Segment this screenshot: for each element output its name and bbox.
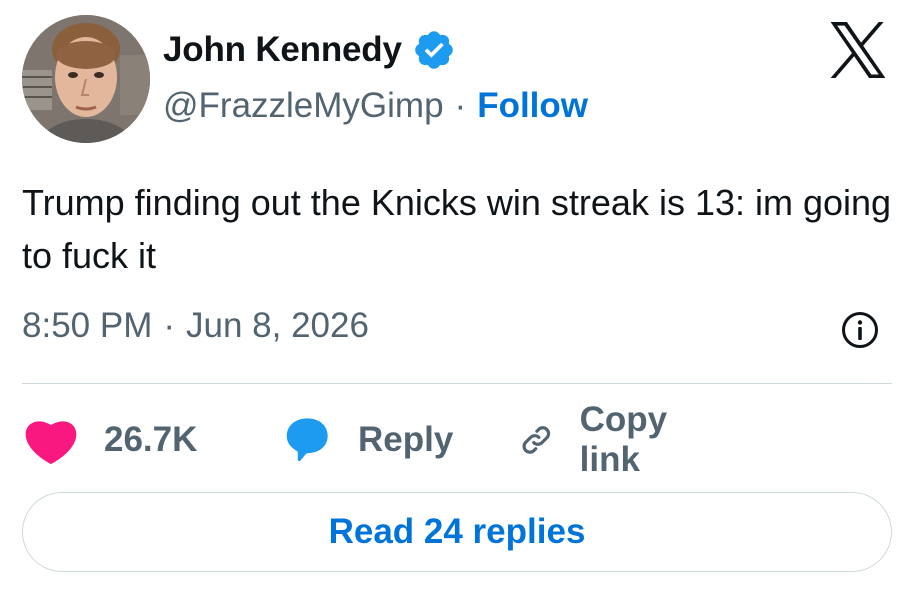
x-logo-icon[interactable] (827, 22, 889, 78)
tweet-time[interactable]: 8:50 PM (22, 306, 152, 346)
author-name-row: John Kennedy (163, 28, 456, 72)
link-icon (522, 426, 551, 454)
tweet-timestamp[interactable]: 8:50 PM · Jun 8, 2026 (22, 306, 369, 346)
info-icon[interactable] (840, 310, 880, 350)
avatar[interactable] (22, 15, 150, 143)
follow-button[interactable]: Follow (477, 86, 588, 126)
copy-link-label: Copy link (579, 400, 668, 479)
author-display-name[interactable]: John Kennedy (163, 30, 402, 70)
reply-button[interactable]: Reply (280, 412, 453, 468)
like-count: 26.7K (104, 420, 198, 459)
reply-label: Reply (358, 420, 454, 459)
timestamp-separator: · (163, 306, 176, 345)
avatar-photo (22, 15, 150, 143)
handle-separator: · (454, 86, 467, 125)
tweet-text: Trump finding out the Knicks win streak … (22, 182, 892, 276)
tweet-date[interactable]: Jun 8, 2026 (186, 306, 369, 346)
speech-bubble-icon (286, 418, 328, 462)
copy-link-button[interactable]: Copy link (519, 400, 685, 479)
author-handle-row: @FrazzleMyGimp · Follow (163, 86, 588, 126)
verified-badge-icon (414, 31, 453, 69)
tweet-embed-card: John Kennedy @FrazzleMyGimp · Follow Tru… (0, 0, 918, 602)
read-replies-button[interactable]: Read 24 replies (22, 492, 892, 572)
divider (22, 383, 892, 384)
like-button[interactable]: 26.7K (22, 412, 197, 468)
heart-icon (25, 421, 77, 465)
author-handle[interactable]: @FrazzleMyGimp (163, 86, 444, 126)
